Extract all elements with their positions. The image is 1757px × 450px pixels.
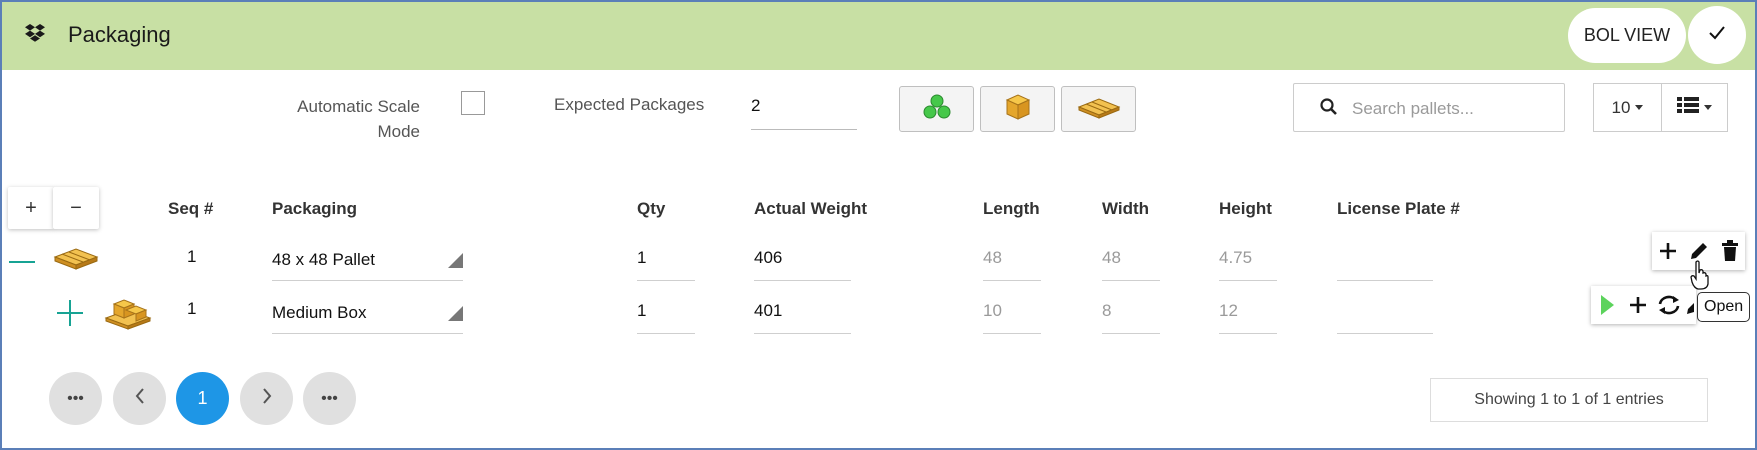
box-icon — [1003, 93, 1033, 126]
view-toggle-dropdown[interactable] — [1661, 83, 1728, 132]
col-width: Width — [1102, 199, 1150, 218]
tooltip: Open — [1697, 292, 1751, 322]
col-packaging: Packaging — [272, 199, 358, 218]
field-underline — [1219, 333, 1277, 334]
chevron-down-icon — [1704, 105, 1712, 110]
row-weight-input[interactable]: 406 — [754, 248, 782, 268]
last-page-button[interactable]: ••• — [303, 372, 356, 425]
row-height: 12 — [1219, 301, 1238, 320]
row-width: 48 — [1102, 248, 1121, 267]
expand-icon[interactable] — [55, 298, 85, 333]
search-icon — [1320, 98, 1338, 121]
add-box-button[interactable] — [980, 86, 1055, 132]
check-icon — [1709, 25, 1725, 45]
row-packaging-select[interactable]: Medium Box — [272, 303, 366, 323]
green-bundle-icon — [922, 93, 952, 126]
col-height: Height — [1219, 199, 1272, 218]
field-underline — [1102, 280, 1160, 281]
col-license-plate: License Plate # — [1337, 199, 1460, 218]
refresh-icon[interactable] — [1653, 286, 1684, 324]
field-underline — [637, 333, 695, 334]
automatic-scale-mode-checkbox[interactable] — [461, 91, 485, 115]
add-bundle-button[interactable] — [899, 86, 974, 132]
bol-view-button[interactable]: BOL VIEW — [1568, 8, 1686, 63]
prev-page-button[interactable] — [113, 372, 166, 425]
add-icon[interactable] — [1622, 286, 1653, 324]
row-seq: 1 — [187, 299, 197, 318]
search-input[interactable]: Search pallets... — [1352, 99, 1474, 119]
field-underline — [1219, 280, 1277, 281]
row-length: 10 — [983, 301, 1002, 320]
chevron-down-icon — [1635, 105, 1644, 110]
page-button-current[interactable]: 1 — [176, 372, 229, 425]
delete-icon[interactable] — [1714, 232, 1745, 270]
chevron-left-icon — [135, 388, 145, 409]
page-title: Packaging — [68, 22, 171, 47]
dropbox-icon — [24, 24, 46, 49]
pallet-icon — [53, 244, 99, 277]
panel-header: Packaging BOL VIEW — [2, 2, 1755, 70]
entries-info: Showing 1 to 1 of 1 entries — [1430, 378, 1708, 422]
dropdown-corner-icon — [448, 253, 463, 268]
add-pallet-button[interactable] — [1061, 86, 1136, 132]
row-height: 4.75 — [1219, 248, 1253, 267]
field-underline — [272, 280, 463, 281]
search-box[interactable]: Search pallets... — [1293, 83, 1565, 132]
field-underline — [754, 333, 851, 334]
collapse-all-button[interactable]: − — [53, 187, 99, 229]
field-underline — [1102, 333, 1160, 334]
row-seq: 1 — [187, 247, 197, 266]
expand-all-button[interactable]: + — [8, 187, 54, 229]
col-seq: Seq # — [168, 199, 214, 218]
field-underline — [1337, 333, 1433, 334]
confirm-button[interactable] — [1688, 6, 1746, 64]
play-icon[interactable] — [1591, 286, 1622, 324]
add-icon[interactable] — [1652, 232, 1683, 270]
row-actions — [1591, 286, 1696, 324]
field-underline — [1337, 280, 1433, 281]
row-length: 48 — [983, 248, 1002, 267]
row-weight-input[interactable]: 401 — [754, 301, 782, 321]
col-length: Length — [983, 199, 1040, 218]
row-width: 8 — [1102, 301, 1112, 320]
field-underline — [754, 280, 851, 281]
page-size-dropdown[interactable]: 10 — [1593, 83, 1661, 132]
field-underline — [637, 280, 695, 281]
list-view-icon — [1677, 97, 1699, 118]
field-underline — [983, 280, 1041, 281]
expected-packages-label: Expected Packages — [554, 95, 705, 114]
row-qty-input[interactable]: 1 — [637, 301, 646, 321]
hand-cursor-icon — [1690, 260, 1710, 295]
packaging-panel: Packaging BOL VIEW Automatic Scale Mode … — [0, 0, 1757, 450]
chevron-right-icon — [262, 388, 272, 409]
row-qty-input[interactable]: 1 — [637, 248, 646, 268]
col-qty: Qty — [637, 199, 666, 218]
next-page-button[interactable] — [240, 372, 293, 425]
dropdown-corner-icon — [448, 306, 463, 321]
expected-packages-input[interactable]: 2 — [751, 94, 857, 130]
first-page-button[interactable]: ••• — [49, 372, 102, 425]
col-actual-weight: Actual Weight — [754, 199, 868, 218]
boxes-on-pallet-icon — [104, 292, 152, 335]
automatic-scale-mode-label: Automatic Scale Mode — [297, 97, 420, 141]
row-packaging-select[interactable]: 48 x 48 Pallet — [272, 250, 375, 270]
field-underline — [983, 333, 1041, 334]
collapse-icon[interactable] — [8, 248, 36, 281]
field-underline — [272, 333, 463, 334]
page-size-value: 10 — [1611, 97, 1631, 117]
pallet-icon — [1077, 95, 1121, 124]
